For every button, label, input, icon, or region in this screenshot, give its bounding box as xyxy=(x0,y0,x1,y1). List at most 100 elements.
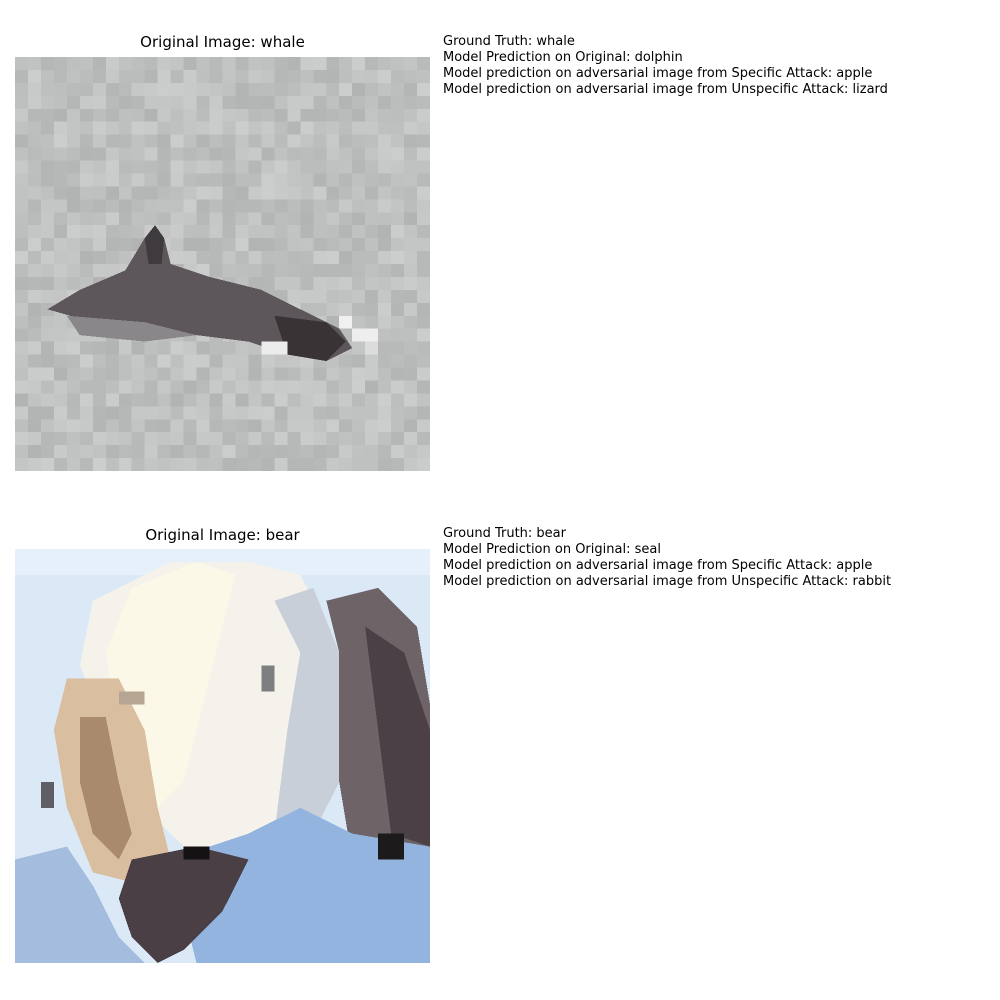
noise-pixel xyxy=(222,69,236,83)
noise-pixel xyxy=(391,367,405,381)
noise-pixel xyxy=(196,147,210,161)
noise-pixel xyxy=(40,341,54,355)
noise-pixel xyxy=(417,264,430,277)
noise-pixel xyxy=(248,121,262,135)
noise-pixel xyxy=(157,406,171,420)
noise-pixel xyxy=(274,199,288,213)
noise-pixel xyxy=(170,186,184,200)
noise-pixel xyxy=(235,199,249,213)
noise-pixel xyxy=(40,432,54,446)
noise-pixel xyxy=(313,225,327,239)
specific-attack-prediction-text: Model prediction on adversarial image fr… xyxy=(443,66,873,81)
noise-pixel xyxy=(222,121,236,135)
noise-pixel xyxy=(222,380,236,394)
noise-pixel xyxy=(15,95,28,109)
noise-pixel xyxy=(352,57,366,70)
noise-pixel xyxy=(27,199,41,213)
noise-pixel xyxy=(378,173,392,187)
noise-pixel xyxy=(248,251,262,264)
noise-pixel xyxy=(144,380,158,394)
noise-pixel xyxy=(157,212,171,226)
noise-pixel xyxy=(118,458,132,471)
noise-pixel xyxy=(365,160,379,174)
noise-pixel xyxy=(404,406,418,420)
noise-pixel xyxy=(326,445,340,459)
noise-pixel xyxy=(15,82,28,96)
noise-pixel xyxy=(287,147,301,161)
noise-pixel xyxy=(274,82,288,96)
noise-pixel xyxy=(248,393,262,407)
noise-pixel xyxy=(326,212,340,226)
noise-pixel xyxy=(339,186,353,200)
noise-pixel xyxy=(40,121,54,135)
noise-pixel xyxy=(196,238,210,252)
noise-pixel xyxy=(352,289,366,303)
noise-pixel xyxy=(79,251,93,264)
noise-pixel xyxy=(326,121,340,135)
noise-pixel xyxy=(248,95,262,109)
noise-pixel xyxy=(287,276,301,290)
noise-pixel xyxy=(287,57,301,70)
noise-pixel xyxy=(66,367,80,381)
noise-pixel xyxy=(417,186,430,200)
noise-pixel xyxy=(404,160,418,174)
noise-pixel xyxy=(170,173,184,187)
noise-pixel xyxy=(378,289,392,303)
noise-pixel xyxy=(196,108,210,122)
noise-pixel xyxy=(300,69,314,83)
noise-pixel xyxy=(209,367,223,381)
noise-pixel xyxy=(157,121,171,135)
noise-pixel xyxy=(365,276,379,290)
noise-pixel xyxy=(352,212,366,226)
noise-pixel xyxy=(40,199,54,213)
noise-pixel xyxy=(53,315,67,329)
noise-pixel xyxy=(196,380,210,394)
noise-pixel xyxy=(404,57,418,70)
noise-pixel xyxy=(53,367,67,381)
noise-pixel xyxy=(209,264,223,277)
noise-pixel xyxy=(79,458,93,471)
noise-pixel xyxy=(15,445,28,459)
noise-pixel xyxy=(300,458,314,471)
noise-pixel xyxy=(157,95,171,109)
noise-pixel xyxy=(15,69,28,83)
noise-pixel xyxy=(365,108,379,122)
noise-pixel xyxy=(222,173,236,187)
noise-pixel xyxy=(66,251,80,264)
noise-pixel xyxy=(404,225,418,239)
noise-pixel xyxy=(404,95,418,109)
noise-pixel xyxy=(105,121,119,135)
noise-pixel xyxy=(92,238,106,252)
noise-pixel xyxy=(417,238,430,252)
noise-pixel xyxy=(339,95,353,109)
noise-pixel xyxy=(378,238,392,252)
noise-pixel xyxy=(378,121,392,135)
noise-pixel xyxy=(274,147,288,161)
noise-pixel xyxy=(92,173,106,187)
noise-pixel xyxy=(105,354,119,368)
noise-pixel xyxy=(40,95,54,109)
noise-pixel xyxy=(404,251,418,264)
noise-pixel xyxy=(313,251,327,264)
ground-truth-text: Ground Truth: whale xyxy=(443,34,575,49)
noise-pixel xyxy=(118,160,132,174)
unspecific-attack-prediction-text: Model prediction on adversarial image fr… xyxy=(443,82,888,97)
noise-pixel xyxy=(209,173,223,187)
noise-pixel xyxy=(209,341,223,355)
noise-pixel xyxy=(222,406,236,420)
noise-pixel xyxy=(27,419,41,433)
noise-pixel xyxy=(287,445,301,459)
noise-pixel xyxy=(157,419,171,433)
noise-pixel xyxy=(404,328,418,342)
noise-pixel xyxy=(339,367,353,381)
noise-pixel xyxy=(79,419,93,433)
noise-pixel xyxy=(235,121,249,135)
noise-pixel xyxy=(378,393,392,407)
noise-pixel xyxy=(15,315,28,329)
noise-pixel xyxy=(196,82,210,96)
noise-pixel xyxy=(53,354,67,368)
noise-pixel xyxy=(235,380,249,394)
noise-pixel xyxy=(40,147,54,161)
noise-pixel xyxy=(391,95,405,109)
noise-pixel xyxy=(222,212,236,226)
